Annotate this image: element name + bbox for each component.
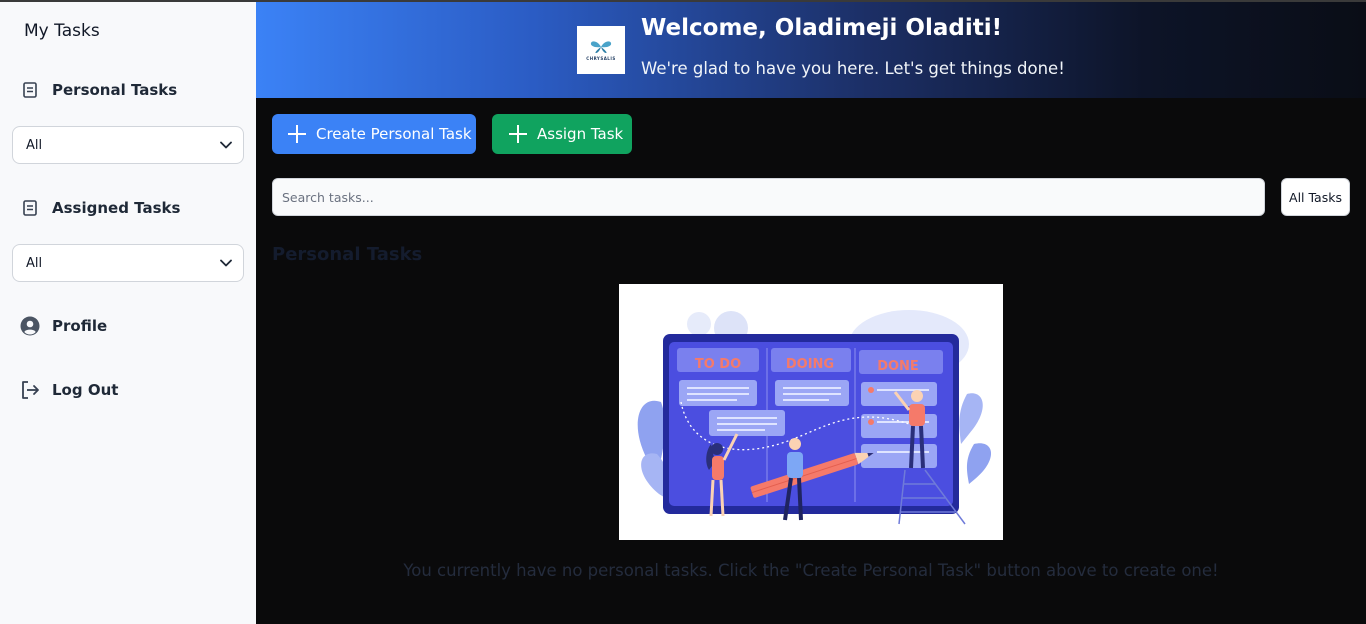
sidebar-item-label: Personal Tasks — [52, 81, 178, 99]
done-column-label: DONE — [877, 359, 919, 374]
list-icon — [20, 198, 40, 218]
assigned-tasks-filter-select[interactable]: All — [12, 244, 244, 282]
assign-task-button[interactable]: Assign Task — [492, 114, 632, 154]
sidebar-item-label: Assigned Tasks — [52, 199, 181, 217]
todo-column-label: TO DO — [695, 357, 741, 372]
sidebar-item-label: Profile — [52, 317, 108, 335]
chevron-down-icon — [219, 138, 233, 152]
personal-tasks-filter-select[interactable]: All — [12, 126, 244, 164]
create-personal-task-button[interactable]: Create Personal Task — [272, 114, 476, 154]
empty-state-illustration: TO DO DOING DONE — [619, 284, 1003, 540]
sidebar-item-profile[interactable]: Profile — [20, 316, 107, 336]
button-label: Create Personal Task — [316, 125, 472, 143]
sidebar-item-logout[interactable]: Log Out — [20, 380, 118, 400]
welcome-heading: Welcome, Oladimeji Oladiti! — [641, 15, 1003, 41]
plus-icon — [508, 124, 528, 144]
list-icon — [20, 80, 40, 100]
sidebar-item-label: Log Out — [52, 381, 119, 399]
company-logo: CHRYSALIS — [577, 26, 625, 74]
sidebar-item-assigned-tasks[interactable]: Assigned Tasks — [20, 198, 180, 218]
welcome-banner: CHRYSALIS Welcome, Oladimeji Oladiti! We… — [256, 0, 1366, 98]
sidebar-title: My Tasks — [24, 21, 100, 41]
empty-state-message: You currently have no personal tasks. Cl… — [403, 561, 1219, 580]
select-value: All — [26, 137, 43, 153]
task-filter-button[interactable]: All Tasks — [1281, 178, 1350, 216]
sidebar: My Tasks Personal Tasks All Assigned Tas… — [0, 0, 256, 624]
plus-icon — [287, 124, 307, 144]
select-value: All — [26, 255, 43, 271]
search-input[interactable] — [272, 178, 1265, 216]
user-circle-icon — [20, 316, 40, 336]
sidebar-item-personal-tasks[interactable]: Personal Tasks — [20, 80, 177, 100]
chevron-down-icon — [219, 256, 233, 270]
logout-icon — [20, 380, 40, 400]
section-title: Personal Tasks — [272, 244, 423, 265]
logo-text: CHRYSALIS — [586, 55, 616, 61]
doing-column-label: DOING — [786, 357, 834, 372]
button-label: Assign Task — [537, 125, 624, 143]
window-top-border — [0, 0, 1366, 2]
butterfly-icon — [590, 40, 612, 53]
welcome-subtitle: We're glad to have you here. Let's get t… — [641, 59, 1065, 78]
